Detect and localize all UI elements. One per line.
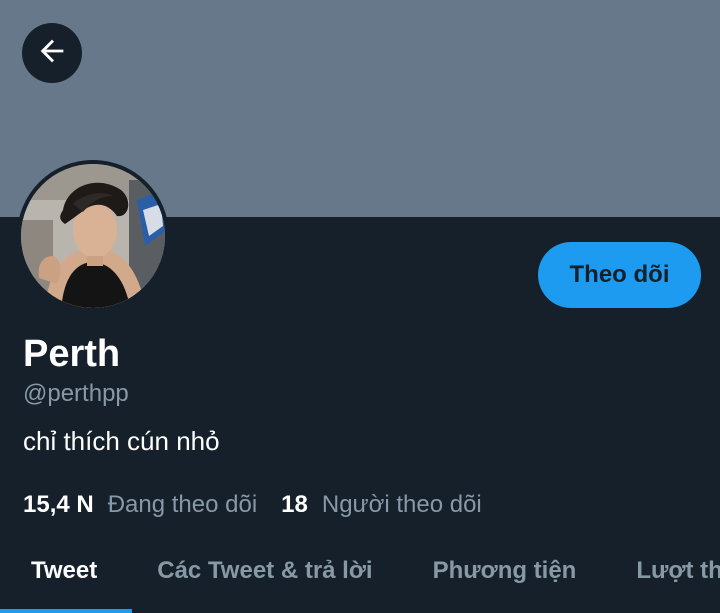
followers-label: Người theo dõi bbox=[321, 491, 482, 518]
tab-tweets-and-replies[interactable]: Các Tweet & trả lời bbox=[157, 545, 372, 613]
followers-stat[interactable]: 18 Người theo dõi bbox=[281, 491, 482, 519]
profile-handle: @perthpp bbox=[23, 380, 129, 407]
active-tab-indicator bbox=[0, 609, 132, 613]
followers-count: 18 bbox=[281, 491, 308, 518]
avatar-photo bbox=[17, 160, 169, 312]
arrow-left-icon bbox=[35, 34, 69, 73]
tab-tweets[interactable]: Tweet bbox=[31, 545, 97, 613]
back-button[interactable] bbox=[22, 23, 82, 83]
tab-media[interactable]: Phương tiện bbox=[433, 545, 577, 613]
follow-button[interactable]: Theo dõi bbox=[538, 242, 701, 308]
profile-name: Perth bbox=[23, 333, 121, 375]
following-count: 15,4 N bbox=[23, 491, 94, 518]
profile-tabs: Tweet Các Tweet & trả lời Phương tiện Lư… bbox=[0, 545, 720, 613]
following-label: Đang theo dõi bbox=[107, 491, 258, 518]
profile-stats: 15,4 N Đang theo dõi 18 Người theo dõi bbox=[23, 488, 482, 522]
avatar[interactable] bbox=[17, 160, 169, 312]
following-stat[interactable]: 15,4 N Đang theo dõi bbox=[23, 491, 257, 519]
profile-bio: chỉ thích cún nhỏ bbox=[23, 426, 220, 456]
tab-likes[interactable]: Lượt thích bbox=[636, 545, 720, 613]
